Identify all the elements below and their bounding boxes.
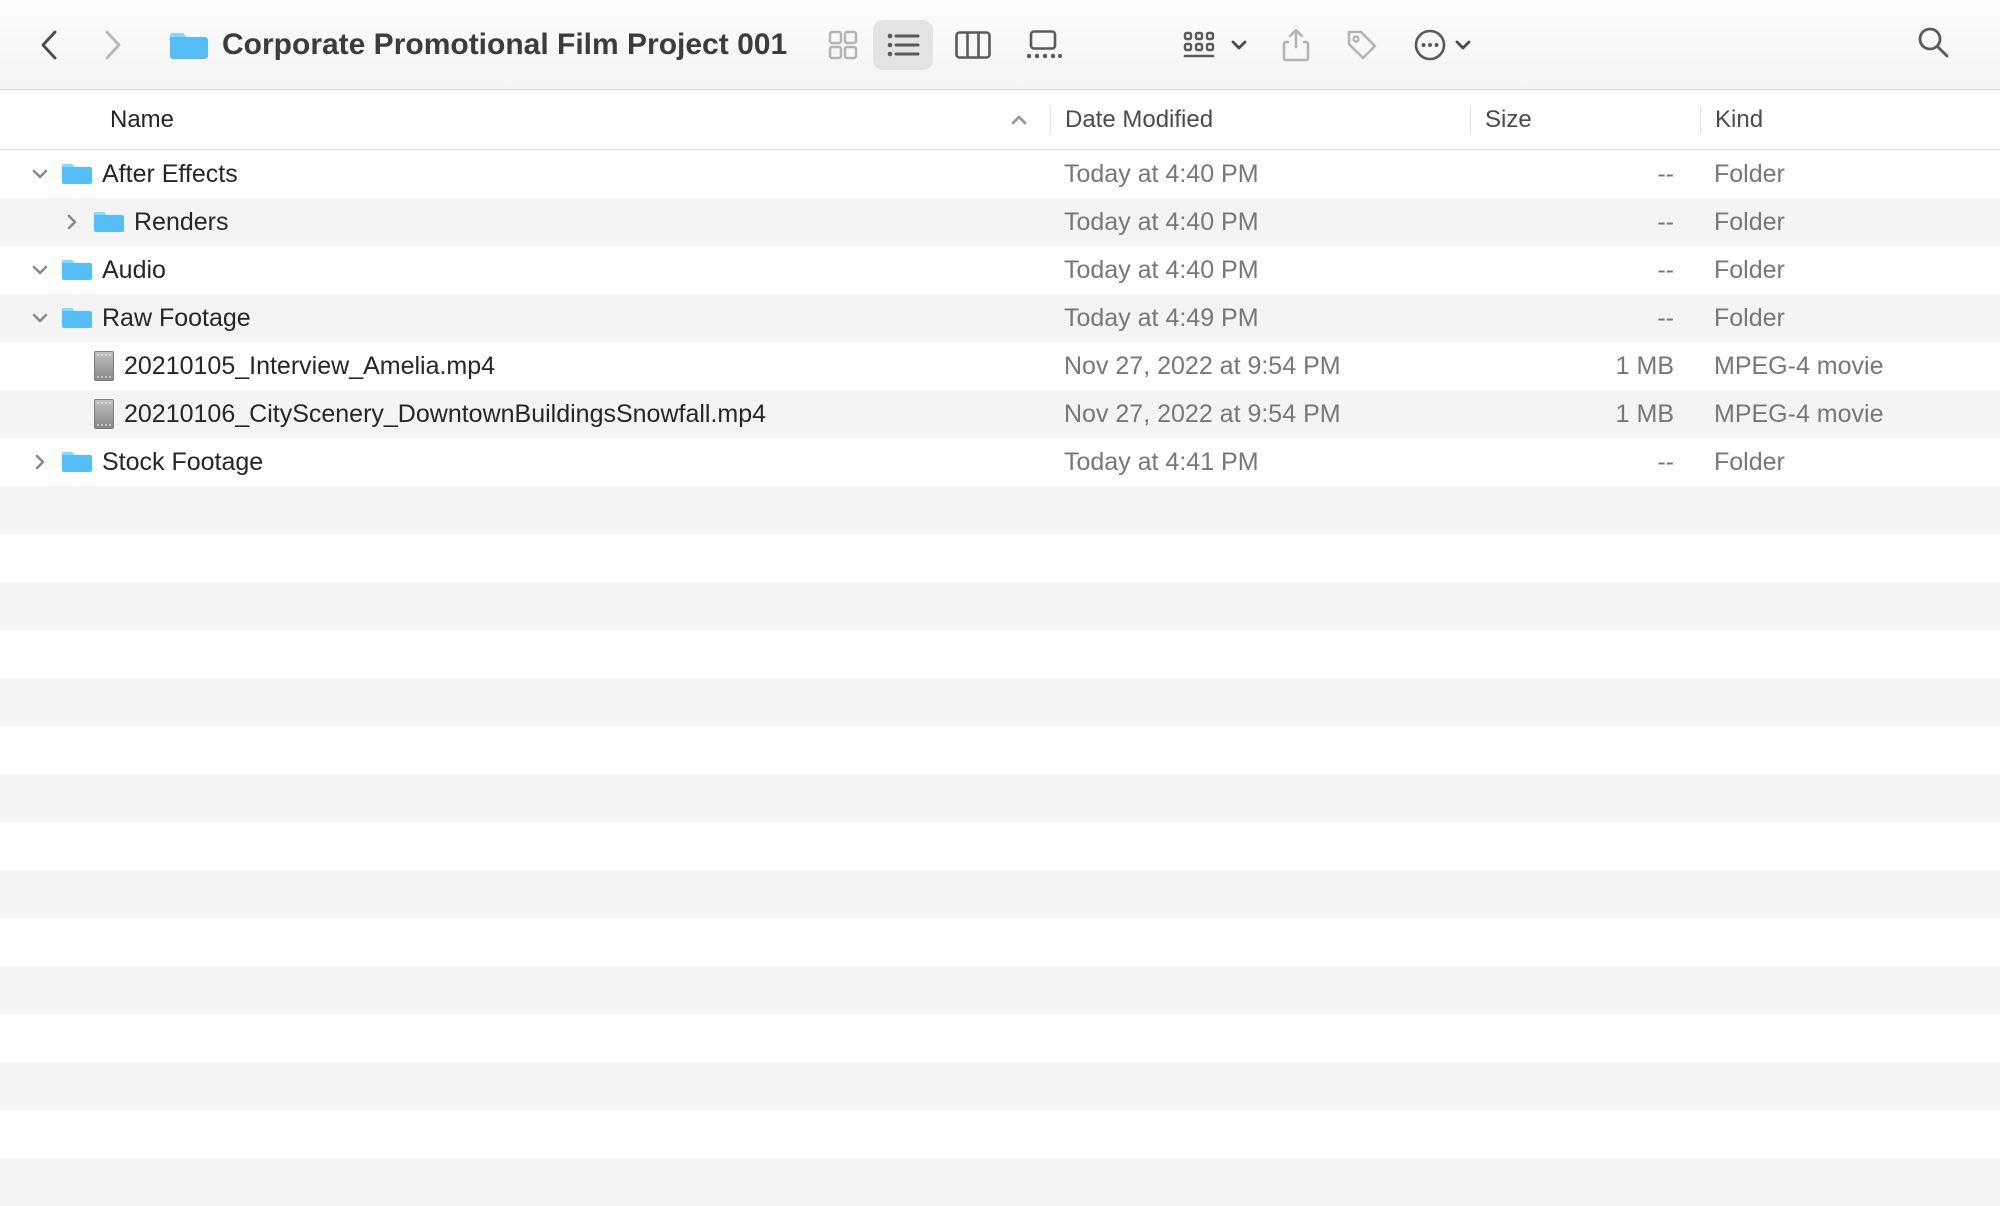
file-kind: MPEG-4 movie [1700,400,2000,429]
icon-view-button[interactable] [813,20,873,70]
forward-button[interactable] [100,28,124,62]
file-size: -- [1470,256,1700,285]
folder-icon [62,162,92,186]
empty-row [0,1014,2000,1062]
file-name: Raw Footage [102,304,251,333]
file-row[interactable]: Raw Footage Today at 4:49 PM--Folder [0,294,2000,342]
tags-button[interactable] [1345,28,1379,62]
file-date: Today at 4:40 PM [1050,208,1470,237]
column-headers: Name Date Modified Size Kind [0,90,2000,150]
gallery-view-button[interactable] [1013,20,1073,70]
file-name: After Effects [102,160,238,189]
header-name[interactable]: Name [0,106,1050,134]
folder-icon [62,258,92,282]
empty-row [0,486,2000,534]
empty-row [0,822,2000,870]
file-date: Today at 4:49 PM [1050,304,1470,333]
file-kind: MPEG-4 movie [1700,352,2000,381]
empty-row [0,918,2000,966]
group-button[interactable] [1183,30,1247,60]
sort-ascending-icon [1010,106,1028,134]
folder-icon [62,306,92,330]
file-date: Today at 4:41 PM [1050,448,1470,477]
disclosure-triangle-closed[interactable] [60,210,84,234]
file-kind: Folder [1700,256,2000,285]
disclosure-triangle-open[interactable] [28,258,52,282]
column-view-button[interactable] [943,20,1003,70]
folder-icon [170,29,208,61]
file-row[interactable]: After Effects Today at 4:40 PM--Folder [0,150,2000,198]
empty-row [0,726,2000,774]
search-button[interactable] [1916,25,1950,64]
file-kind: Folder [1700,448,2000,477]
file-size: 1 MB [1470,352,1700,381]
file-name: Renders [134,208,229,237]
file-size: -- [1470,160,1700,189]
file-date: Today at 4:40 PM [1050,256,1470,285]
file-size: -- [1470,448,1700,477]
chevron-down-icon [1455,39,1471,51]
more-button[interactable] [1413,28,1471,62]
header-date-modified[interactable]: Date Modified [1050,106,1470,134]
file-name: Stock Footage [102,448,263,477]
file-name: 20210105_Interview_Amelia.mp4 [124,352,495,381]
file-kind: Folder [1700,160,2000,189]
movie-file-icon [94,351,114,381]
file-row[interactable]: Renders Today at 4:40 PM--Folder [0,198,2000,246]
empty-row [0,774,2000,822]
file-list: After EffectsToday at 4:40 PM--FolderRen… [0,150,2000,1206]
movie-file-icon [94,399,114,429]
file-date: Nov 27, 2022 at 9:54 PM [1050,352,1470,381]
empty-row [0,630,2000,678]
empty-row [0,534,2000,582]
empty-row [0,966,2000,1014]
empty-row [0,678,2000,726]
file-kind: Folder [1700,304,2000,333]
empty-row [0,870,2000,918]
header-kind[interactable]: Kind [1700,106,2000,134]
folder-icon [94,210,124,234]
file-row[interactable]: Stock Footage Today at 4:41 PM--Folder [0,438,2000,486]
folder-icon [62,450,92,474]
nav-buttons [30,28,132,62]
toolbar-actions [1183,27,1471,63]
file-size: -- [1470,208,1700,237]
view-mode-group [813,20,1073,70]
file-row[interactable]: 20210106_CityScenery_DowntownBuildingsSn… [0,390,2000,438]
file-row[interactable]: Audio Today at 4:40 PM--Folder [0,246,2000,294]
disclosure-triangle-closed[interactable] [28,450,52,474]
file-size: -- [1470,304,1700,333]
file-date: Nov 27, 2022 at 9:54 PM [1050,400,1470,429]
file-row[interactable]: 20210105_Interview_Amelia.mp4 Nov 27, 202… [0,342,2000,390]
file-name: 20210106_CityScenery_DowntownBuildingsSn… [124,400,766,429]
folder-title[interactable]: Corporate Promotional Film Project 001 [170,28,787,62]
disclosure-triangle-open[interactable] [28,306,52,330]
file-date: Today at 4:40 PM [1050,160,1470,189]
empty-row [0,1158,2000,1206]
empty-row [0,582,2000,630]
back-button[interactable] [38,28,62,62]
file-kind: Folder [1700,208,2000,237]
share-button[interactable] [1281,27,1311,63]
file-size: 1 MB [1470,400,1700,429]
folder-title-text: Corporate Promotional Film Project 001 [222,28,787,62]
list-view-button[interactable] [873,20,933,70]
empty-row [0,1110,2000,1158]
file-name: Audio [102,256,166,285]
empty-row [0,1062,2000,1110]
toolbar: Corporate Promotional Film Project 001 [0,0,2000,90]
disclosure-triangle-open[interactable] [28,162,52,186]
chevron-down-icon [1231,39,1247,51]
header-size[interactable]: Size [1470,106,1700,134]
